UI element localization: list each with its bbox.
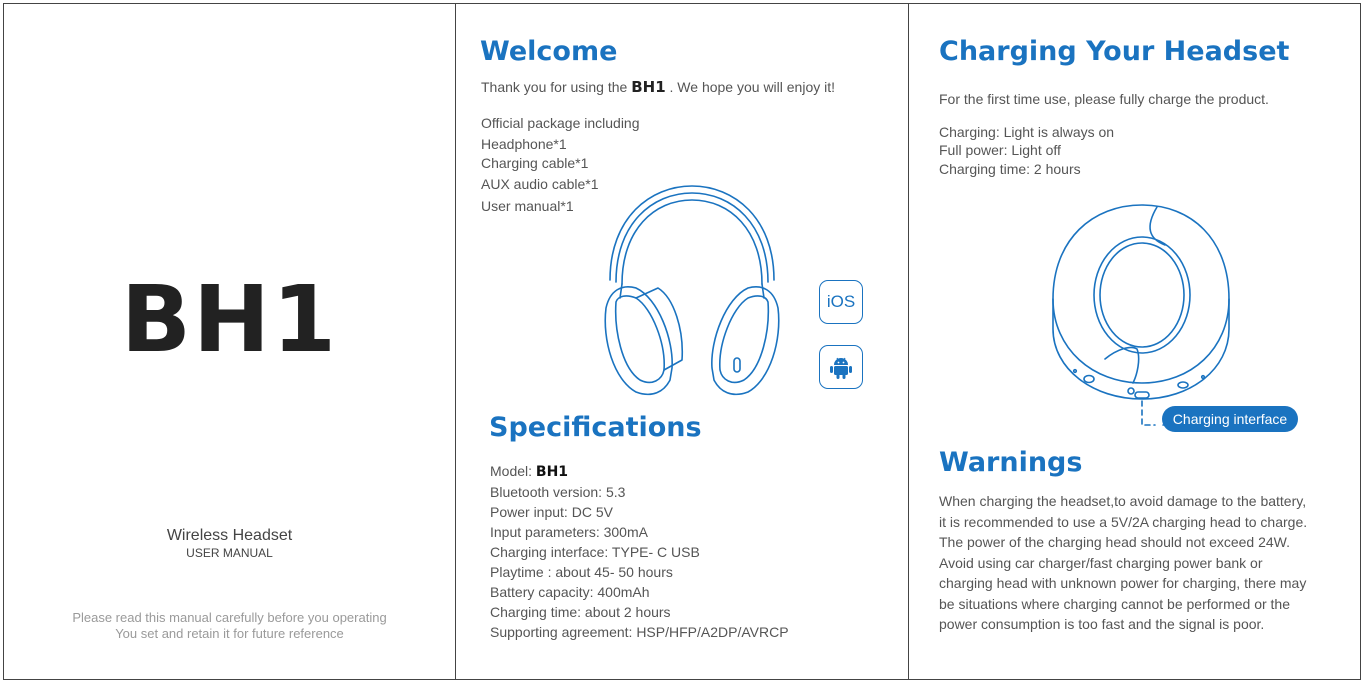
charging-status-1: Charging: Light is always on — [939, 124, 1115, 140]
spec-line-7: Charging time: about 2 hours — [490, 604, 671, 620]
charging-status-2: Full power: Light off — [939, 142, 1061, 158]
cover-title: BH1 — [120, 266, 339, 373]
thanks-before: Thank you for using the — [481, 79, 632, 95]
thanks-model: BH1 — [631, 78, 666, 96]
package-line-4: AUX audio cable*1 — [481, 176, 599, 192]
ios-label: iOS — [826, 292, 856, 311]
spec-line-1: Bluetooth version: 5.3 — [490, 484, 626, 500]
spec-model-value: BH1 — [535, 464, 569, 480]
spec-line-8: Supporting agreement: HSP/HFP/A2DP/AVRCP — [490, 624, 789, 640]
welcome-heading: Welcome — [480, 36, 618, 67]
package-line-1: Official package including — [481, 115, 640, 131]
specifications-heading: Specifications — [489, 412, 702, 443]
spec-model-label: Model: — [490, 463, 536, 479]
earcup-illustration — [1052, 204, 1230, 426]
cover-note-line-2: You set and retain it for future referen… — [115, 626, 344, 641]
spec-line-4: Charging interface: TYPE- C USB — [490, 544, 700, 560]
welcome-panel: Welcome Thank you for using the BH1 . We… — [457, 4, 909, 680]
warning-line-5: charging head with unknown power for cha… — [939, 575, 1307, 591]
ios-badge: iOS — [819, 280, 863, 324]
warning-line-2: it is recommended to use a 5V/2A chargin… — [939, 513, 1308, 530]
package-line-5: User manual*1 — [481, 198, 574, 214]
warning-line-3: The power of the charging head should no… — [939, 534, 1291, 550]
charging-panel: Charging Your Headset For the first time… — [910, 4, 1361, 680]
headphone-illustration — [604, 185, 780, 396]
charging-status-3: Charging time: 2 hours — [939, 161, 1081, 177]
charging-interface-label: Charging interface — [1162, 406, 1298, 432]
spec-line-6: Battery capacity: 400mAh — [490, 584, 650, 600]
panel-divider-1 — [455, 3, 456, 680]
thanks-after: . We hope you will enjoy it! — [665, 79, 836, 95]
cover-panel: BH1 Wireless Headset USER MANUAL Please … — [4, 4, 455, 680]
warning-line-7: power consumption is too fast and the si… — [939, 616, 1265, 632]
warning-line-1: When charging the headset,to avoid damag… — [939, 493, 1307, 509]
spec-model: Model: BH1 — [490, 463, 568, 480]
warning-line-6: be situations where charging cannot be p… — [939, 595, 1290, 612]
spec-line-5: Playtime : about 45- 50 hours — [490, 564, 673, 580]
warnings-body: When charging the headset,to avoid damag… — [939, 491, 1344, 635]
warnings-heading: Warnings — [939, 447, 1083, 478]
package-line-3: Charging cable*1 — [481, 155, 589, 171]
spec-line-3: Input parameters: 300mA — [490, 524, 648, 540]
android-icon — [830, 357, 852, 379]
charging-intro: For the first time use, please fully cha… — [939, 91, 1269, 107]
spec-line-2: Power input: DC 5V — [490, 504, 613, 520]
welcome-thanks: Thank you for using the BH1 . We hope yo… — [481, 78, 835, 96]
android-badge — [819, 345, 863, 389]
charging-heading: Charging Your Headset — [939, 36, 1290, 67]
manual-label: USER MANUAL — [186, 546, 273, 560]
cover-note-line-1: Please read this manual carefully before… — [72, 610, 387, 625]
package-line-2: Headphone*1 — [481, 136, 567, 152]
warning-line-4: Avoid using car charger/fast charging po… — [939, 554, 1263, 571]
product-name: Wireless Headset — [166, 527, 293, 544]
